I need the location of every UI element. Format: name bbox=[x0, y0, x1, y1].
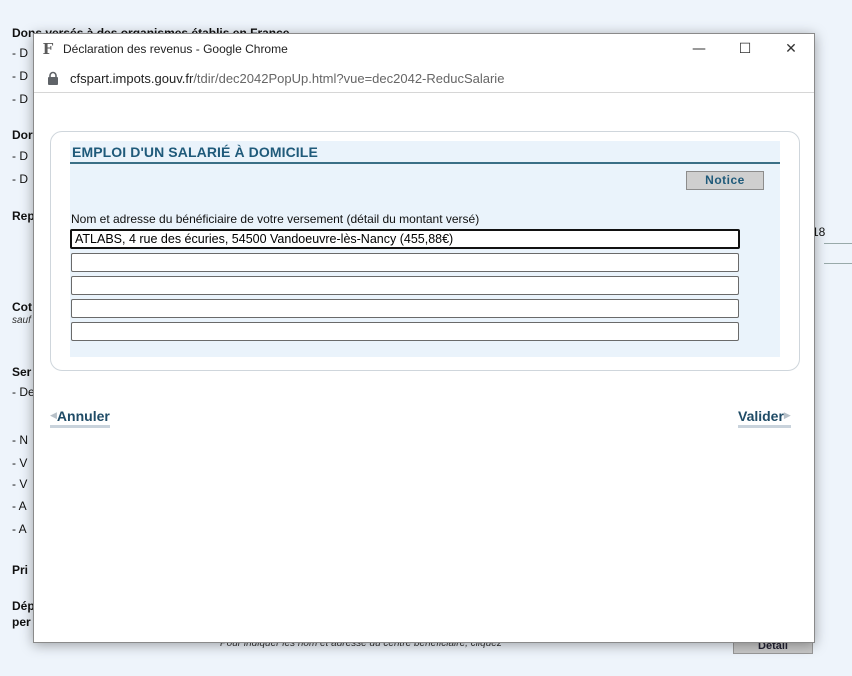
maximize-button[interactable]: ☐ bbox=[722, 34, 768, 64]
close-button[interactable]: ✕ bbox=[768, 34, 814, 64]
background-text: Dor bbox=[12, 128, 33, 142]
close-icon: ✕ bbox=[785, 41, 797, 57]
impots-app-icon: F bbox=[42, 40, 54, 58]
cancel-button[interactable]: ◀ Annuler bbox=[50, 408, 110, 428]
cancel-label: Annuler bbox=[56, 408, 110, 424]
page-content: EMPLOI D'UN SALARIÉ À DOMICILE Notice No… bbox=[34, 93, 814, 642]
background-text: Dép bbox=[12, 599, 35, 613]
beneficiary-input-2[interactable] bbox=[71, 253, 739, 272]
section-title: EMPLOI D'UN SALARIÉ À DOMICILE bbox=[72, 144, 318, 160]
beneficiary-input-5[interactable] bbox=[71, 322, 739, 341]
notice-button[interactable]: Notice bbox=[686, 171, 764, 190]
lock-icon bbox=[48, 71, 58, 85]
minimize-icon: — bbox=[692, 41, 706, 57]
address-bar[interactable]: cfspart.impots.gouv.fr/tdir/dec2042PopUp… bbox=[34, 64, 814, 93]
url-host: cfspart.impots.gouv.fr bbox=[70, 70, 194, 86]
background-text: - N bbox=[12, 433, 28, 447]
background-text: - A bbox=[12, 522, 27, 536]
beneficiary-input-1[interactable] bbox=[70, 229, 740, 249]
beneficiary-field-label: Nom et adresse du bénéficiaire de votre … bbox=[71, 212, 480, 226]
window-controls: — ☐ ✕ bbox=[676, 34, 814, 64]
background-text: Pri bbox=[12, 563, 29, 577]
background-text: sauf bbox=[12, 315, 31, 326]
background-text: - D bbox=[12, 69, 28, 83]
background-text: Cot bbox=[12, 300, 32, 314]
form-box: EMPLOI D'UN SALARIÉ À DOMICILE Notice No… bbox=[70, 141, 780, 357]
form-panel: EMPLOI D'UN SALARIÉ À DOMICILE Notice No… bbox=[50, 131, 800, 371]
window-titlebar[interactable]: F Déclaration des revenus - Google Chrom… bbox=[34, 34, 814, 64]
title-divider bbox=[70, 162, 780, 164]
background-text: Ser bbox=[12, 365, 32, 379]
beneficiary-input-4[interactable] bbox=[71, 299, 739, 318]
validate-button[interactable]: Valider ▶ bbox=[738, 408, 791, 428]
background-text: - D bbox=[12, 149, 28, 163]
background-text: - V bbox=[12, 456, 28, 470]
window-title: Déclaration des revenus - Google Chrome bbox=[63, 42, 288, 56]
background-text: per bbox=[12, 615, 31, 629]
minimize-button[interactable]: — bbox=[676, 34, 722, 64]
background-text: - A bbox=[12, 499, 27, 513]
background-text: Rep bbox=[12, 209, 35, 223]
background-text: - D bbox=[12, 172, 28, 186]
maximize-icon: ☐ bbox=[738, 41, 752, 57]
arrow-left-icon: ◀ bbox=[50, 411, 57, 421]
background-text: - V bbox=[12, 477, 28, 491]
beneficiary-input-3[interactable] bbox=[71, 276, 739, 295]
popup-window: F Déclaration des revenus - Google Chrom… bbox=[33, 33, 815, 643]
background-divider bbox=[824, 263, 852, 264]
url-path: /tdir/dec2042PopUp.html?vue=dec2042-Redu… bbox=[193, 70, 505, 86]
background-text: - De bbox=[12, 385, 35, 399]
background-divider bbox=[824, 243, 852, 244]
validate-label: Valider bbox=[738, 408, 784, 424]
url-text: cfspart.impots.gouv.fr/tdir/dec2042PopUp… bbox=[70, 71, 504, 86]
background-text: - D bbox=[12, 46, 28, 60]
background-text: - D bbox=[12, 92, 28, 106]
arrow-right-icon: ▶ bbox=[783, 411, 791, 421]
